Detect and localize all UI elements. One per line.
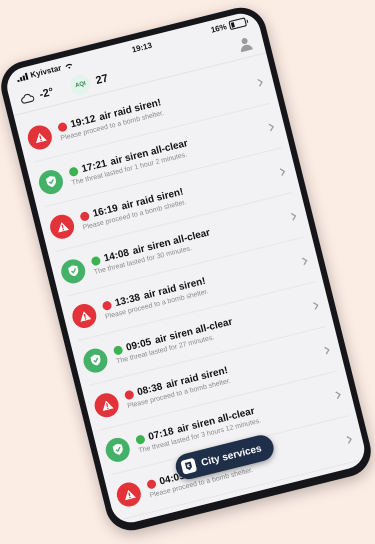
alert-status-icon (103, 434, 133, 464)
profile-icon[interactable] (236, 34, 255, 53)
alert-dot (79, 210, 91, 222)
wifi-icon (64, 63, 72, 69)
temperature: -2° (38, 85, 55, 102)
chevron-right-icon (312, 301, 319, 310)
chevron-right-icon (335, 390, 341, 399)
warning-triangle-icon (57, 221, 69, 233)
battery-percent: 16% (209, 21, 228, 35)
chevron-right-icon (257, 78, 263, 87)
alert-dot (134, 433, 146, 445)
alert-dot (56, 121, 68, 133)
cloud-icon (21, 93, 35, 104)
alert-status-icon (36, 167, 66, 197)
aqi-value: 27 (94, 72, 110, 87)
city-services-icon (180, 457, 198, 475)
alert-status-icon (80, 345, 110, 375)
status-time: 19:13 (130, 40, 153, 54)
app-screen: Kyivstar 19:13 16% -2° AQI 27 19:12 air … (3, 9, 369, 527)
alert-status-icon (25, 122, 55, 152)
alert-status-icon (69, 300, 99, 331)
shield-check-icon (67, 265, 78, 277)
alert-status-icon (47, 211, 77, 241)
alert-dot (123, 389, 135, 400)
alert-dot (68, 165, 79, 177)
battery-icon (228, 16, 247, 30)
shield-check-icon (45, 176, 56, 188)
warning-triangle-icon (102, 400, 114, 411)
chevron-right-icon (346, 435, 352, 444)
signal-icon (16, 72, 29, 82)
chevron-right-icon (324, 346, 330, 354)
chevron-right-icon (268, 123, 274, 131)
alert-status-icon (114, 479, 144, 509)
warning-triangle-icon (35, 132, 47, 143)
warning-triangle-icon (79, 310, 91, 322)
phone-frame: Kyivstar 19:13 16% -2° AQI 27 19:12 air … (0, 2, 375, 536)
warning-triangle-icon (124, 489, 136, 500)
shield-check-icon (89, 354, 101, 366)
alert-dot (145, 478, 157, 490)
alert-status-icon (91, 390, 122, 420)
alert-dot (90, 255, 102, 267)
shield-check-icon (112, 443, 123, 455)
alert-dot (112, 344, 124, 356)
chevron-right-icon (290, 212, 297, 221)
aqi-badge[interactable]: AQI (68, 72, 93, 98)
alert-dot (101, 299, 113, 311)
chevron-right-icon (279, 167, 286, 176)
chevron-right-icon (301, 256, 308, 265)
alert-status-icon (58, 256, 88, 286)
